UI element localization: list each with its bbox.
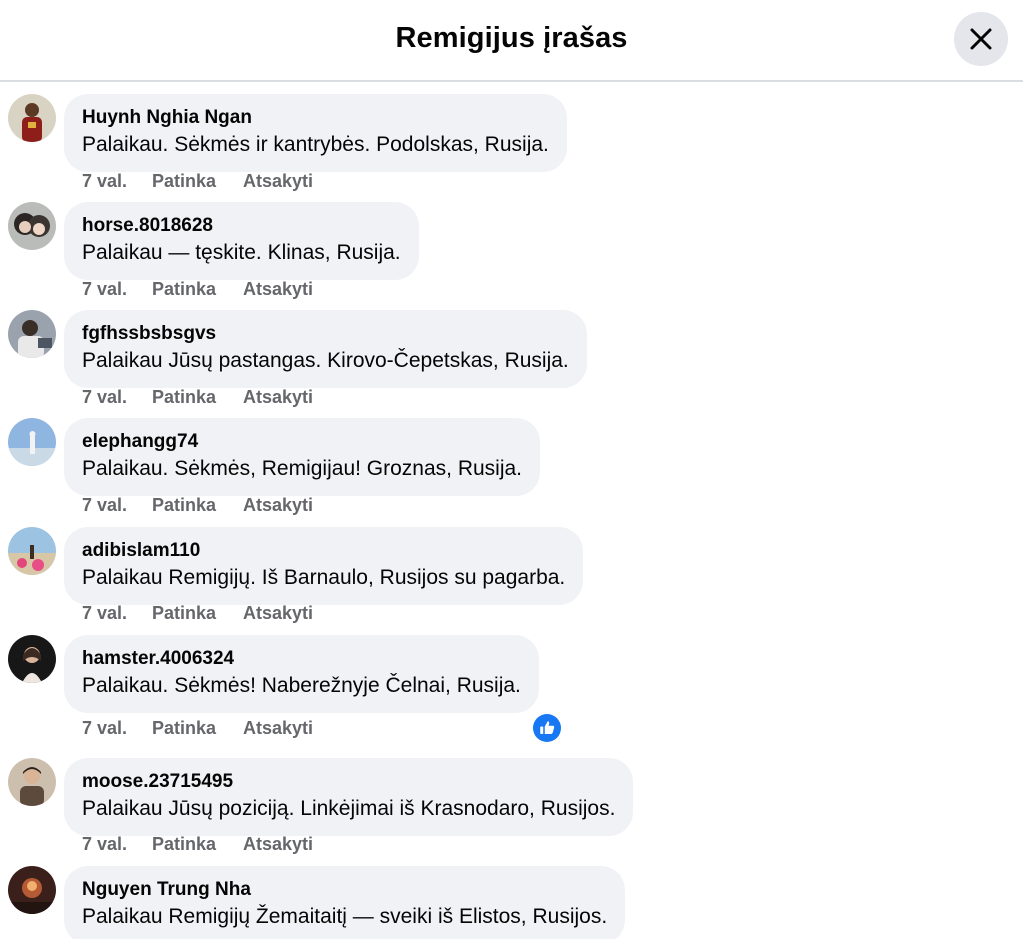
reply-button[interactable]: Atsakyti	[243, 279, 313, 300]
comment-author[interactable]: horse.8018628	[82, 214, 401, 238]
comment-bubble: Huynh Nghia Ngan Palaikau. Sėkmės ir kan…	[64, 94, 567, 172]
like-button[interactable]: Patinka	[152, 603, 216, 624]
comment-bubble: moose.23715495 Palaikau Jūsų poziciją. L…	[64, 758, 634, 836]
comment-author[interactable]: moose.23715495	[82, 770, 615, 794]
comment-text: Palaikau Remigijų Žemaitaitį — sveiki iš…	[82, 905, 608, 928]
comment-bubble: Nguyen Trung Nha Palaikau Remigijų Žemai…	[64, 866, 626, 939]
comment-time[interactable]: 7 val.	[82, 718, 127, 739]
page-title: Remigijus įrašas	[395, 22, 628, 54]
avatar[interactable]	[8, 310, 56, 358]
reply-button[interactable]: Atsakyti	[243, 718, 313, 739]
comment-time[interactable]: 7 val.	[82, 171, 127, 192]
like-button[interactable]: Patinka	[152, 171, 216, 192]
comment-text: Palaikau. Sėkmės, Remigijau! Groznas, Ru…	[82, 457, 523, 480]
reply-button[interactable]: Atsakyti	[243, 387, 313, 408]
comment-bubble: fgfhssbsbsgvs Palaikau Jūsų pastangas. K…	[64, 310, 587, 388]
comment-author[interactable]: hamster.4006324	[82, 647, 521, 671]
comment-author[interactable]: fgfhssbsbsgvs	[82, 322, 569, 346]
like-button[interactable]: Patinka	[152, 718, 216, 739]
comment-time[interactable]: 7 val.	[82, 834, 127, 855]
comment-author[interactable]: adibislam110	[82, 539, 565, 563]
avatar[interactable]	[8, 527, 56, 575]
comment-bubble: hamster.4006324 Palaikau. Sėkmės! Nabere…	[64, 635, 539, 713]
comment-bubble: horse.8018628 Palaikau — tęskite. Klinas…	[64, 202, 419, 280]
comment-author[interactable]: Huynh Nghia Ngan	[82, 106, 549, 130]
reply-button[interactable]: Atsakyti	[243, 171, 313, 192]
comment-list[interactable]: Huynh Nghia Ngan Palaikau. Sėkmės ir kan…	[0, 84, 1023, 939]
avatar[interactable]	[8, 418, 56, 466]
like-button[interactable]: Patinka	[152, 495, 216, 516]
avatar[interactable]	[8, 94, 56, 142]
comment-bubble: elephangg74 Palaikau. Sėkmės, Remigijau!…	[64, 418, 541, 496]
comment-bubble: adibislam110 Palaikau Remigijų. Iš Barna…	[64, 527, 584, 605]
like-button[interactable]: Patinka	[152, 834, 216, 855]
reply-button[interactable]: Atsakyti	[243, 603, 313, 624]
comment-time[interactable]: 7 val.	[82, 387, 127, 408]
close-icon	[970, 28, 992, 50]
comment-text: Palaikau Jūsų pastangas. Kirovo-Čepetska…	[82, 349, 569, 372]
comment-text: Palaikau — tęskite. Klinas, Rusija.	[82, 241, 401, 264]
avatar[interactable]	[8, 758, 56, 806]
comment-author[interactable]: Nguyen Trung Nha	[82, 878, 607, 902]
comment-text: Palaikau. Sėkmės ir kantrybės. Podolskas…	[82, 133, 549, 156]
comment-text: Palaikau Remigijų. Iš Barnaulo, Rusijos …	[82, 566, 566, 589]
comment-time[interactable]: 7 val.	[82, 603, 127, 624]
avatar[interactable]	[8, 635, 56, 683]
reply-button[interactable]: Atsakyti	[243, 495, 313, 516]
comment-time[interactable]: 7 val.	[82, 495, 127, 516]
comment-text: Palaikau. Sėkmės! Naberežnyje Čelnai, Ru…	[82, 674, 521, 697]
like-button[interactable]: Patinka	[152, 387, 216, 408]
reaction-badge[interactable]	[533, 714, 561, 742]
avatar[interactable]	[8, 866, 56, 914]
like-icon	[540, 721, 555, 734]
dialog-header: Remigijus įrašas	[0, 0, 1023, 82]
comment-text: Palaikau Jūsų poziciją. Linkėjimai iš Kr…	[82, 797, 616, 820]
comment-time[interactable]: 7 val.	[82, 279, 127, 300]
like-button[interactable]: Patinka	[152, 279, 216, 300]
close-button[interactable]	[954, 12, 1008, 66]
avatar[interactable]	[8, 202, 56, 250]
reply-button[interactable]: Atsakyti	[243, 834, 313, 855]
comment-author[interactable]: elephangg74	[82, 430, 522, 454]
